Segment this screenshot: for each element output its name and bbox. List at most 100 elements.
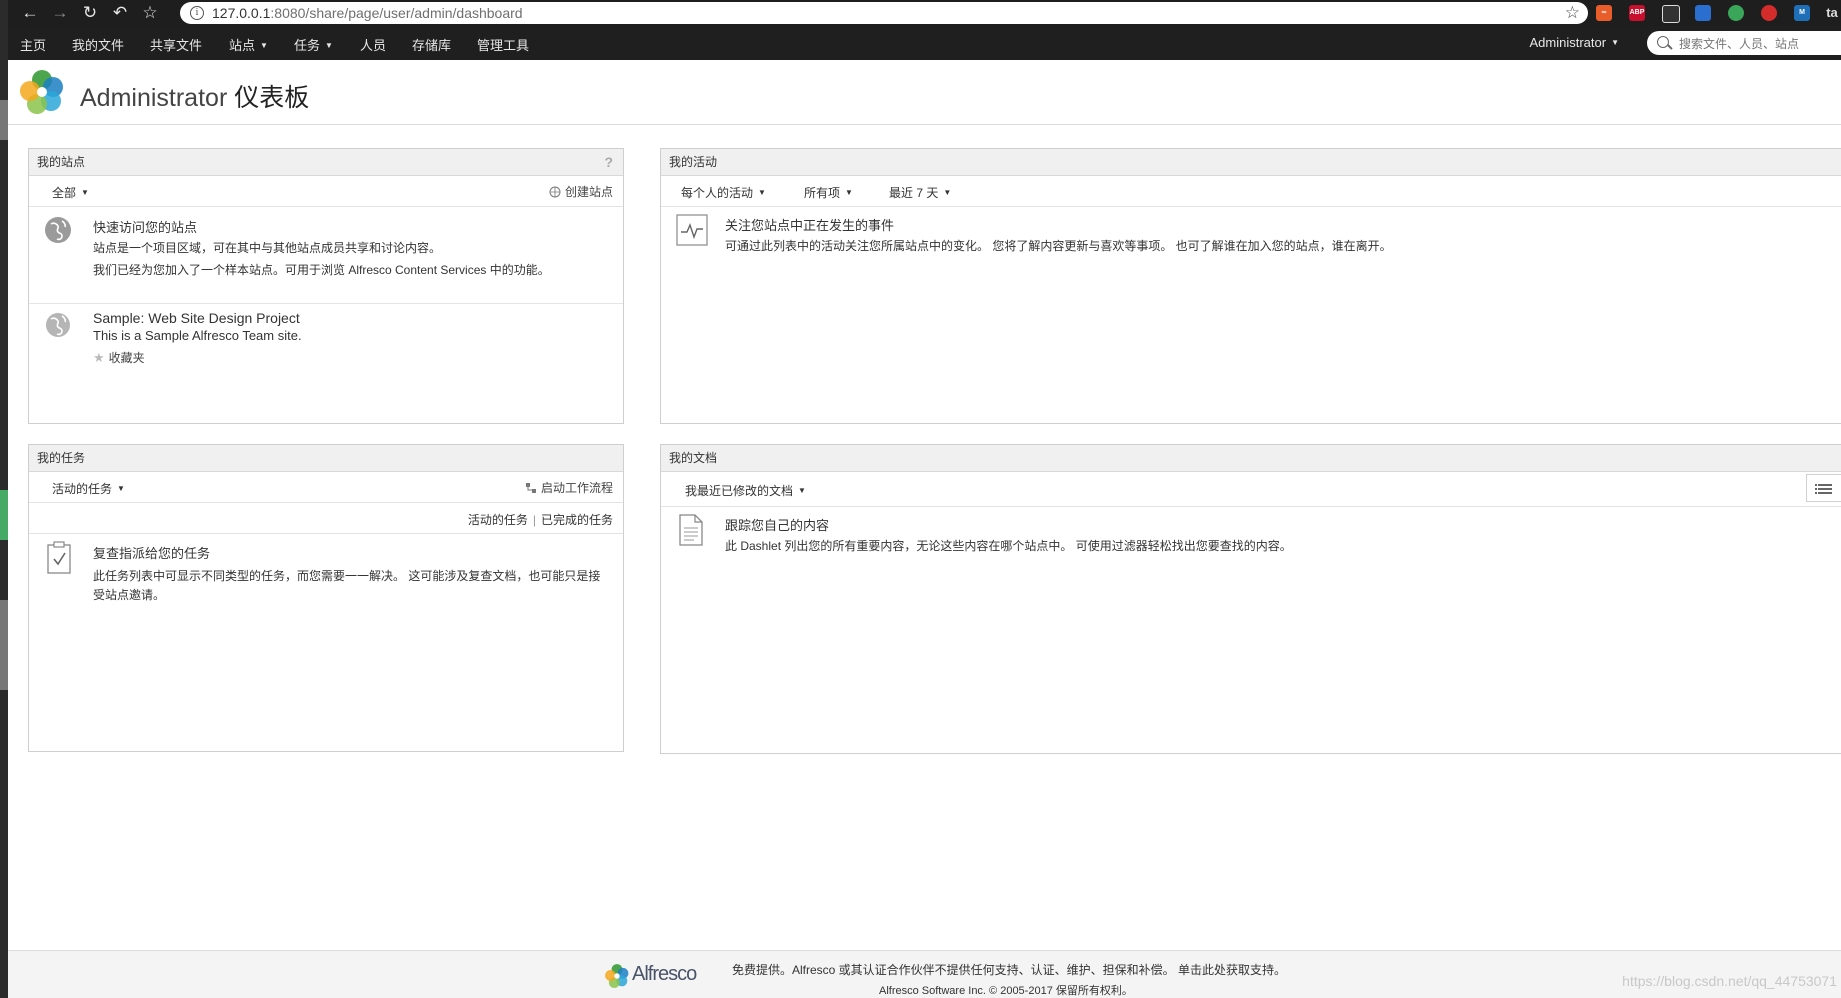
strip-mark	[0, 490, 8, 540]
list-view-icon	[1815, 484, 1832, 486]
workflow-icon	[525, 483, 536, 493]
footer-brand: Alfresco	[632, 963, 697, 985]
activity-pulse-icon	[676, 214, 708, 246]
undo-icon[interactable]: ↶	[110, 3, 130, 23]
search-box[interactable]	[1647, 31, 1841, 55]
caret-down-icon: ▼	[325, 41, 333, 50]
more-extension-icon[interactable]: ta	[1824, 5, 1840, 21]
my-tasks-header: 我的任务	[29, 445, 623, 472]
view-toggle-button[interactable]	[1806, 474, 1841, 502]
nav-repository[interactable]: 存储库	[412, 35, 451, 54]
activities-range-filter[interactable]: 最近 7 天 ▼	[889, 184, 951, 201]
my-activities-toolbar: 每个人的活动 ▼ 所有项 ▼ 最近 7 天 ▼	[661, 176, 1841, 207]
search-input[interactable]	[1677, 34, 1841, 54]
create-site-button[interactable]: 创建站点	[549, 183, 613, 200]
left-window-strip	[0, 0, 8, 998]
site-name-link[interactable]: Sample: Web Site Design Project	[93, 310, 300, 326]
documents-info-desc: 此 Dashlet 列出您的所有重要内容，无论这些内容在哪个站点中。 可使用过滤…	[725, 539, 1292, 553]
m-extension-icon[interactable]: M	[1794, 5, 1810, 21]
star-icon: ★	[93, 350, 105, 365]
bookmark-star-icon[interactable]: ☆	[140, 3, 160, 23]
documents-info-title: 跟踪您自己的内容	[725, 518, 830, 533]
caret-down-icon: ▼	[758, 188, 766, 197]
my-activities-header: 我的活动	[661, 149, 1841, 176]
strip-mark	[0, 100, 8, 140]
tab-active-tasks[interactable]: 活动的任务	[468, 513, 528, 527]
favorite-toggle[interactable]: ★ 收藏夹	[93, 349, 145, 366]
blog-watermark: https://blog.csdn.net/qq_44753071	[1622, 973, 1837, 989]
page-title: Administrator 仪表板	[80, 78, 309, 114]
my-sites-title: 我的站点	[37, 155, 86, 169]
activities-user-filter-label: 每个人的活动	[681, 186, 754, 200]
footer-support-link[interactable]: 免费提供。Alfresco 或其认证合作伙伴不提供任何支持、认证、维护、担保和补…	[732, 961, 1286, 978]
tasks-filter-label: 活动的任务	[52, 482, 113, 496]
tab-separator: |	[532, 513, 536, 527]
my-activities-title: 我的活动	[669, 155, 718, 169]
document-icon	[679, 514, 703, 546]
sites-info-desc2: 我们已经为您加入了一个样本站点。可用于浏览 Alfresco Content S…	[93, 263, 550, 277]
sites-info-row: 快速访问您的站点 站点是一个项目区域，可在其中与其他站点成员共享和讨论内容。 我…	[29, 207, 623, 304]
nav-sites[interactable]: 站点 ▼	[229, 35, 268, 54]
infinity-extension-icon[interactable]: ∞	[1596, 5, 1612, 21]
site-list-item: Sample: Web Site Design Project This is …	[29, 304, 623, 384]
reader-extension-icon[interactable]	[1662, 5, 1680, 23]
caret-down-icon: ▼	[1611, 38, 1619, 47]
activities-info-desc: 可通过此列表中的活动关注您所属站点中的变化。 您将了解内容更新与喜欢等事项。 也…	[725, 239, 1392, 253]
user-name: Administrator	[1529, 35, 1607, 50]
site-globe-icon	[46, 313, 70, 337]
browser-toolbar: ← → ↻ ↶ ☆ i 127.0.0.1:8080/share/page/us…	[8, 0, 1841, 26]
clipboard-check-icon	[47, 541, 71, 574]
user-menu[interactable]: Administrator ▼	[1530, 35, 1620, 50]
nav-admin-tools[interactable]: 管理工具	[477, 35, 529, 54]
nav-tasks[interactable]: 任务 ▼	[294, 35, 333, 54]
nav-sites-label: 站点	[229, 38, 256, 53]
my-tasks-dashlet: 我的任务 活动的任务 ▼ 启动工作流程 活动的任务 | 已完成的任务 复查指派给您的任…	[28, 444, 624, 752]
create-site-label: 创建站点	[564, 185, 613, 199]
tasks-info-title: 复查指派给您的任务	[93, 546, 211, 561]
documents-filter-dropdown[interactable]: 我最近已修改的文档 ▼	[685, 482, 806, 499]
my-tasks-title: 我的任务	[37, 451, 86, 465]
alfresco-footer-logo-icon	[605, 964, 629, 988]
translate-extension-icon[interactable]	[1695, 5, 1711, 21]
my-sites-toolbar: 全部 ▼ 创建站点	[29, 176, 623, 207]
sites-filter-label: 全部	[52, 186, 77, 200]
strip-mark	[0, 600, 8, 690]
documents-filter-label: 我最近已修改的文档	[685, 484, 794, 498]
nav-my-files[interactable]: 我的文件	[72, 35, 124, 54]
bookmark-icon[interactable]: ☆	[1565, 3, 1580, 23]
url-text[interactable]: 127.0.0.1:8080/share/page/user/admin/das…	[212, 5, 523, 21]
caret-down-icon: ▼	[81, 188, 89, 197]
my-activities-dashlet: 我的活动 每个人的活动 ▼ 所有项 ▼ 最近 7 天 ▼ 关注您站点中正在发生的事件 …	[660, 148, 1841, 424]
nav-people[interactable]: 人员	[360, 35, 386, 54]
back-icon[interactable]: ←	[20, 3, 40, 23]
forward-icon[interactable]: →	[50, 3, 70, 23]
activities-type-filter[interactable]: 所有项 ▼	[804, 184, 853, 201]
my-sites-header: 我的站点 ?	[29, 149, 623, 176]
red-extension-icon[interactable]	[1761, 5, 1777, 21]
tab-completed-tasks[interactable]: 已完成的任务	[541, 513, 613, 527]
address-bar[interactable]: i 127.0.0.1:8080/share/page/user/admin/d…	[180, 2, 1588, 24]
tasks-filter-dropdown[interactable]: 活动的任务 ▼	[52, 480, 125, 497]
page-footer: Alfresco 免费提供。Alfresco 或其认证合作伙伴不提供任何支持、认…	[8, 950, 1841, 998]
caret-down-icon: ▼	[798, 486, 806, 495]
site-info-icon[interactable]: i	[190, 6, 204, 20]
site-description: This is a Sample Alfresco Team site.	[93, 328, 302, 343]
activities-user-filter[interactable]: 每个人的活动 ▼	[681, 184, 766, 201]
adblock-extension-icon[interactable]: ABP	[1629, 5, 1645, 21]
alfresco-logo-icon	[20, 70, 63, 114]
page-title-dashboard: 仪表板	[234, 84, 310, 112]
globe-add-icon	[549, 186, 561, 198]
sites-filter-dropdown[interactable]: 全部 ▼	[52, 184, 89, 201]
nav-shared-files[interactable]: 共享文件	[150, 35, 202, 54]
page-title-user: Administrator	[80, 84, 228, 112]
nav-home[interactable]: 主页	[20, 35, 46, 54]
help-icon[interactable]: ?	[604, 149, 613, 175]
tasks-info-desc: 此任务列表中可显示不同类型的任务，而您需要一一解决。 这可能涉及复查文档，也可能…	[93, 569, 601, 602]
caret-down-icon: ▼	[845, 188, 853, 197]
caret-down-icon: ▼	[943, 188, 952, 197]
reload-icon[interactable]: ↻	[80, 3, 100, 23]
chrome-extension-icon[interactable]	[1728, 5, 1744, 21]
start-workflow-button[interactable]: 启动工作流程	[525, 479, 613, 496]
my-tasks-toolbar: 活动的任务 ▼ 启动工作流程	[29, 472, 623, 503]
caret-down-icon: ▼	[117, 484, 125, 493]
